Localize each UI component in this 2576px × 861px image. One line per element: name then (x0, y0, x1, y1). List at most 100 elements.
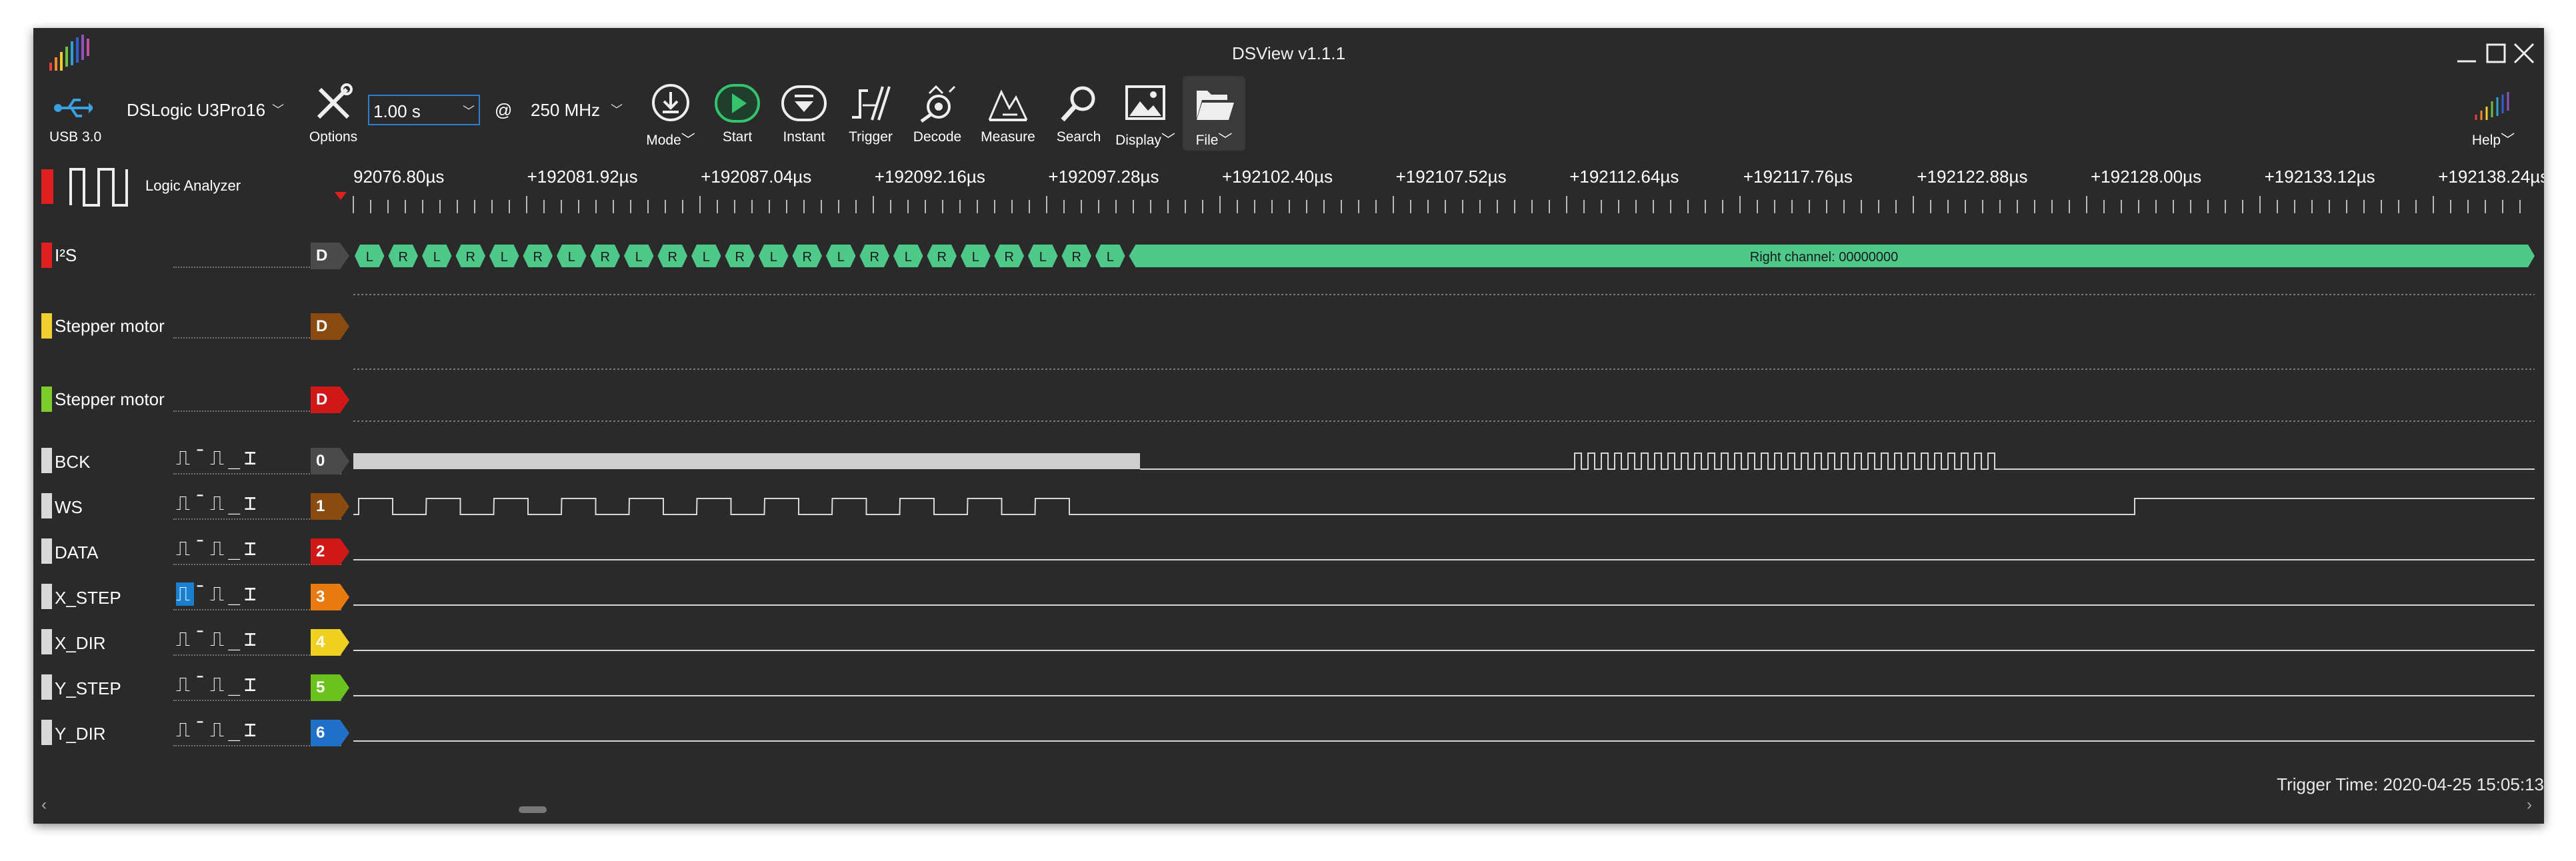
display-button[interactable]: Display﹀ (1112, 76, 1179, 155)
falling-edge-trigger-icon[interactable]: ⎍ (210, 446, 228, 470)
high-level-trigger-icon[interactable]: ¯ (194, 628, 210, 651)
samplerate-select[interactable]: 250 MHz ﹀ (527, 95, 627, 125)
measure-button[interactable]: Measure (971, 76, 1045, 155)
decoder-name[interactable]: I²S (55, 245, 77, 266)
channel-name[interactable]: X_STEP (55, 588, 121, 608)
channel-row[interactable]: Y_DIR ⎍¯⎍_⌶ 6 (33, 714, 2544, 752)
scroll-left-icon[interactable]: ‹ (41, 796, 47, 814)
device-select[interactable]: DSLogic U3Pro16 ﹀ (123, 95, 288, 125)
channel-name[interactable]: BCK (55, 452, 90, 472)
low-level-trigger-icon[interactable]: _ (228, 492, 244, 515)
duration-select[interactable]: 1.00 s ﹀ (368, 95, 480, 125)
channel-name[interactable]: DATA (55, 542, 98, 563)
rising-edge-trigger-icon[interactable]: ⎍ (176, 718, 194, 742)
low-level-trigger-icon[interactable]: _ (228, 582, 244, 606)
decoder-row[interactable]: Stepper motor2D (33, 380, 2544, 420)
channel-row[interactable]: X_DIR ⎍¯⎍_⌶ 4 (33, 624, 2544, 661)
high-level-trigger-icon[interactable]: ¯ (194, 582, 210, 606)
channel-badge-label: 3 (316, 588, 325, 606)
ruler-tick-label: +192138.24µs (2438, 167, 2544, 187)
any-edge-trigger-icon[interactable]: ⌶ (244, 446, 260, 470)
rising-edge-trigger-icon[interactable]: ⎍ (176, 582, 194, 606)
ruler-tick-label: +192112.64µs (1569, 167, 1679, 187)
instant-button[interactable]: Instant (771, 76, 837, 155)
decoder-row[interactable]: Stepper motor1D (33, 307, 2544, 347)
options-button[interactable]: Options (300, 76, 367, 155)
horizontal-scrollbar-handle[interactable] (519, 806, 547, 813)
trigger-button[interactable]: Trigger (837, 76, 904, 155)
falling-edge-trigger-icon[interactable]: ⎍ (210, 718, 228, 742)
decoder-name[interactable]: Stepper motor (55, 389, 165, 410)
low-level-trigger-icon[interactable]: _ (228, 628, 244, 651)
channel-name[interactable]: Y_STEP (55, 678, 121, 699)
decoder-color-box[interactable] (41, 243, 52, 268)
time-ruler[interactable]: 92076.80µs +192081.92µs +192087.04µs +19209… (33, 155, 2544, 221)
channel-row[interactable]: DATA ⎍¯⎍_⌶ 2 (33, 533, 2544, 570)
falling-edge-trigger-icon[interactable]: ⎍ (210, 537, 228, 560)
rising-edge-trigger-icon[interactable]: ⎍ (176, 673, 194, 696)
channel-name[interactable]: X_DIR (55, 633, 106, 654)
start-button[interactable]: Start (704, 76, 771, 155)
chevron-down-icon: ﹀ (2501, 133, 2515, 148)
channel-color-box[interactable] (41, 720, 52, 745)
channel-color-box[interactable] (41, 629, 52, 654)
any-edge-trigger-icon[interactable]: ⌶ (244, 673, 260, 696)
channel-name[interactable]: WS (55, 497, 83, 518)
any-edge-trigger-icon[interactable]: ⌶ (244, 582, 260, 606)
channel-name[interactable]: Y_DIR (55, 724, 106, 744)
channel-color-box[interactable] (41, 584, 52, 609)
falling-edge-trigger-icon[interactable]: ⎍ (210, 582, 228, 606)
decoder-color-box[interactable] (41, 313, 52, 339)
any-edge-trigger-icon[interactable]: ⌶ (244, 718, 260, 742)
rising-edge-trigger-icon[interactable]: ⎍ (176, 537, 194, 560)
scroll-right-icon[interactable]: › (2527, 796, 2532, 814)
trigger-options[interactable]: ⎍¯⎍_⌶ (176, 673, 260, 696)
high-level-trigger-icon[interactable]: ¯ (194, 492, 210, 515)
rising-edge-trigger-icon[interactable]: ⎍ (176, 492, 194, 515)
mode-button[interactable]: Mode﹀ (637, 76, 704, 155)
falling-edge-trigger-icon[interactable]: ⎍ (210, 628, 228, 651)
channel-color-box[interactable] (41, 448, 52, 473)
channel-badge-label: 4 (316, 633, 325, 651)
falling-edge-trigger-icon[interactable]: ⎍ (210, 673, 228, 696)
high-level-trigger-icon[interactable]: ¯ (194, 673, 210, 696)
trigger-options[interactable]: ⎍¯⎍_⌶ (176, 718, 260, 742)
decoder-color-box[interactable] (41, 387, 52, 412)
file-button[interactable]: File﹀ (1183, 76, 1245, 151)
maximize-icon[interactable] (2484, 41, 2508, 65)
channel-row[interactable]: BCK ⎍¯⎍_⌶ 0 (33, 442, 2544, 480)
folder-open-icon (1197, 91, 1234, 120)
trigger-options[interactable]: ⎍¯⎍_⌶ (176, 628, 260, 651)
trigger-options[interactable]: ⎍¯⎍_⌶ (176, 446, 260, 470)
any-edge-trigger-icon[interactable]: ⌶ (244, 537, 260, 560)
channel-color-box[interactable] (41, 493, 52, 518)
instant-icon (781, 85, 827, 121)
help-button[interactable]: Help﹀ (2460, 76, 2527, 155)
trigger-options[interactable]: ⎍¯⎍_⌶ (176, 537, 260, 560)
channel-row[interactable]: WS ⎍¯⎍_⌶ 1 (33, 488, 2544, 525)
decoder-name[interactable]: Stepper motor (55, 316, 165, 337)
low-level-trigger-icon[interactable]: _ (228, 673, 244, 696)
high-level-trigger-icon[interactable]: ¯ (194, 718, 210, 742)
decoder-row[interactable]: I²S0D (33, 236, 2544, 276)
search-button[interactable]: Search (1045, 76, 1112, 155)
channel-row[interactable]: X_STEP ⎍¯⎍_⌶ 3 (33, 578, 2544, 616)
decode-button[interactable]: Decode (904, 76, 971, 155)
close-icon[interactable] (2512, 41, 2536, 65)
rising-edge-trigger-icon[interactable]: ⎍ (176, 628, 194, 651)
low-level-trigger-icon[interactable]: _ (228, 446, 244, 470)
high-level-trigger-icon[interactable]: ¯ (194, 537, 210, 560)
low-level-trigger-icon[interactable]: _ (228, 718, 244, 742)
falling-edge-trigger-icon[interactable]: ⎍ (210, 492, 228, 515)
channel-color-box[interactable] (41, 538, 52, 564)
any-edge-trigger-icon[interactable]: ⌶ (244, 492, 260, 515)
any-edge-trigger-icon[interactable]: ⌶ (244, 628, 260, 651)
trigger-options[interactable]: ⎍¯⎍_⌶ (176, 492, 260, 515)
trigger-options[interactable]: ⎍¯⎍_⌶ (176, 582, 260, 606)
channel-color-box[interactable] (41, 674, 52, 700)
channel-row[interactable]: Y_STEP ⎍¯⎍_⌶ 5 (33, 669, 2544, 706)
rising-edge-trigger-icon[interactable]: ⎍ (176, 446, 194, 470)
low-level-trigger-icon[interactable]: _ (228, 537, 244, 560)
minimize-icon[interactable] (2455, 41, 2479, 65)
high-level-trigger-icon[interactable]: ¯ (194, 446, 210, 470)
